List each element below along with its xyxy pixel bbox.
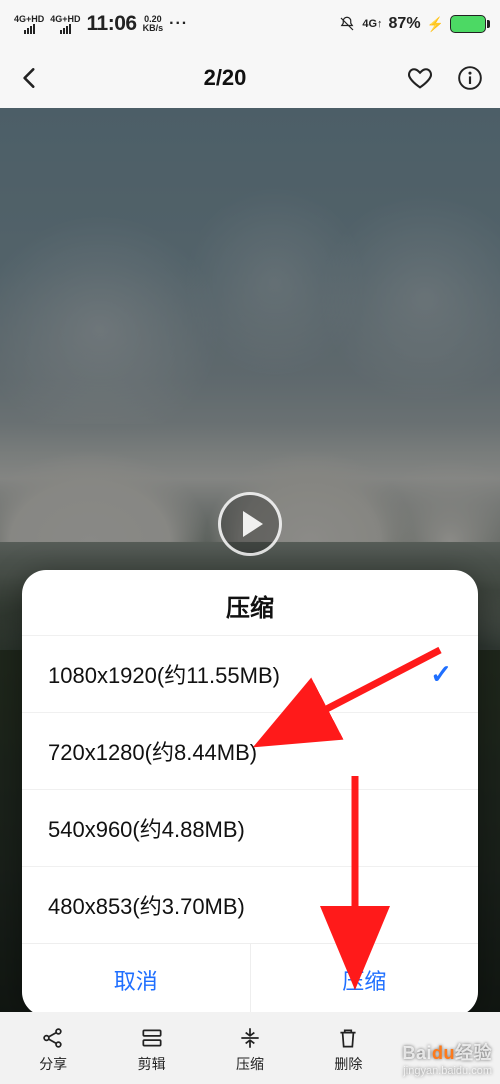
share-icon [40,1025,66,1051]
dialog-title: 压缩 [22,588,478,635]
delete-button[interactable]: 删除 [313,1025,383,1074]
check-icon: ✓ [430,659,452,690]
status-left: 4G+HD 4G+HD 11:06 0.20 KB/s ··· [14,12,188,36]
tool-label: 压缩 [236,1054,264,1074]
status-time: 11:06 [87,12,137,36]
nav-right [406,64,484,92]
net-speed-unit: KB/s [143,24,164,33]
play-icon [243,511,263,537]
trash-icon [335,1025,361,1051]
tool-label: 分享 [39,1054,67,1074]
page-counter: 2/20 [204,65,247,91]
net-speed: 0.20 KB/s [143,15,164,33]
status-right: 4G↑ 87% ⚡ [338,15,486,33]
net1-label: 4G+HD [14,15,44,24]
screen: 4G+HD 4G+HD 11:06 0.20 KB/s ··· 4G↑ 87% … [0,0,500,1084]
net-right-label: 4G↑ [362,18,382,30]
resolution-option-2[interactable]: 540x960(约4.88MB) [22,789,478,866]
signal-bars-icon [60,24,71,34]
bell-mute-icon [338,15,356,33]
signal-bars-icon [24,24,35,34]
heart-icon [406,64,434,92]
play-button[interactable] [218,492,282,556]
tool-label: 删除 [334,1054,362,1074]
compress-dialog: 压缩 1080x1920(约11.55MB) ✓ 720x1280(约8.44M… [22,570,478,1016]
cancel-button[interactable]: 取消 [22,944,250,1016]
edit-icon [139,1025,165,1051]
battery-icon [450,15,486,33]
confirm-button[interactable]: 压缩 [250,944,479,1016]
favorite-button[interactable] [406,64,434,92]
signal-2: 4G+HD [50,15,80,34]
top-nav: 2/20 [0,48,500,108]
resolution-option-label: 1080x1920(约11.55MB) [48,658,280,690]
charging-icon: ⚡ [427,16,444,33]
resolution-option-label: 720x1280(约8.44MB) [48,735,257,767]
bottom-toolbar: 分享 剪辑 压缩 删除 [0,1012,500,1084]
battery-percent: 87% [389,15,421,33]
signal-1: 4G+HD [14,15,44,34]
resolution-option-0[interactable]: 1080x1920(约11.55MB) ✓ [22,635,478,712]
back-button[interactable] [16,64,44,92]
dialog-actions: 取消 压缩 [22,943,478,1016]
resolution-option-label: 480x853(约3.70MB) [48,889,245,921]
resolution-option-1[interactable]: 720x1280(约8.44MB) [22,712,478,789]
resolution-option-3[interactable]: 480x853(约3.70MB) [22,866,478,943]
more-indicator: ··· [169,16,188,32]
info-button[interactable] [456,64,484,92]
info-icon [457,65,483,91]
chevron-left-icon [17,65,43,91]
compress-button[interactable]: 压缩 [215,1025,285,1074]
share-button[interactable]: 分享 [18,1025,88,1074]
net2-label: 4G+HD [50,15,80,24]
status-bar: 4G+HD 4G+HD 11:06 0.20 KB/s ··· 4G↑ 87% … [0,0,500,48]
edit-button[interactable]: 剪辑 [117,1025,187,1074]
resolution-option-label: 540x960(约4.88MB) [48,812,245,844]
tool-label: 剪辑 [138,1054,166,1074]
compress-icon [237,1025,263,1051]
